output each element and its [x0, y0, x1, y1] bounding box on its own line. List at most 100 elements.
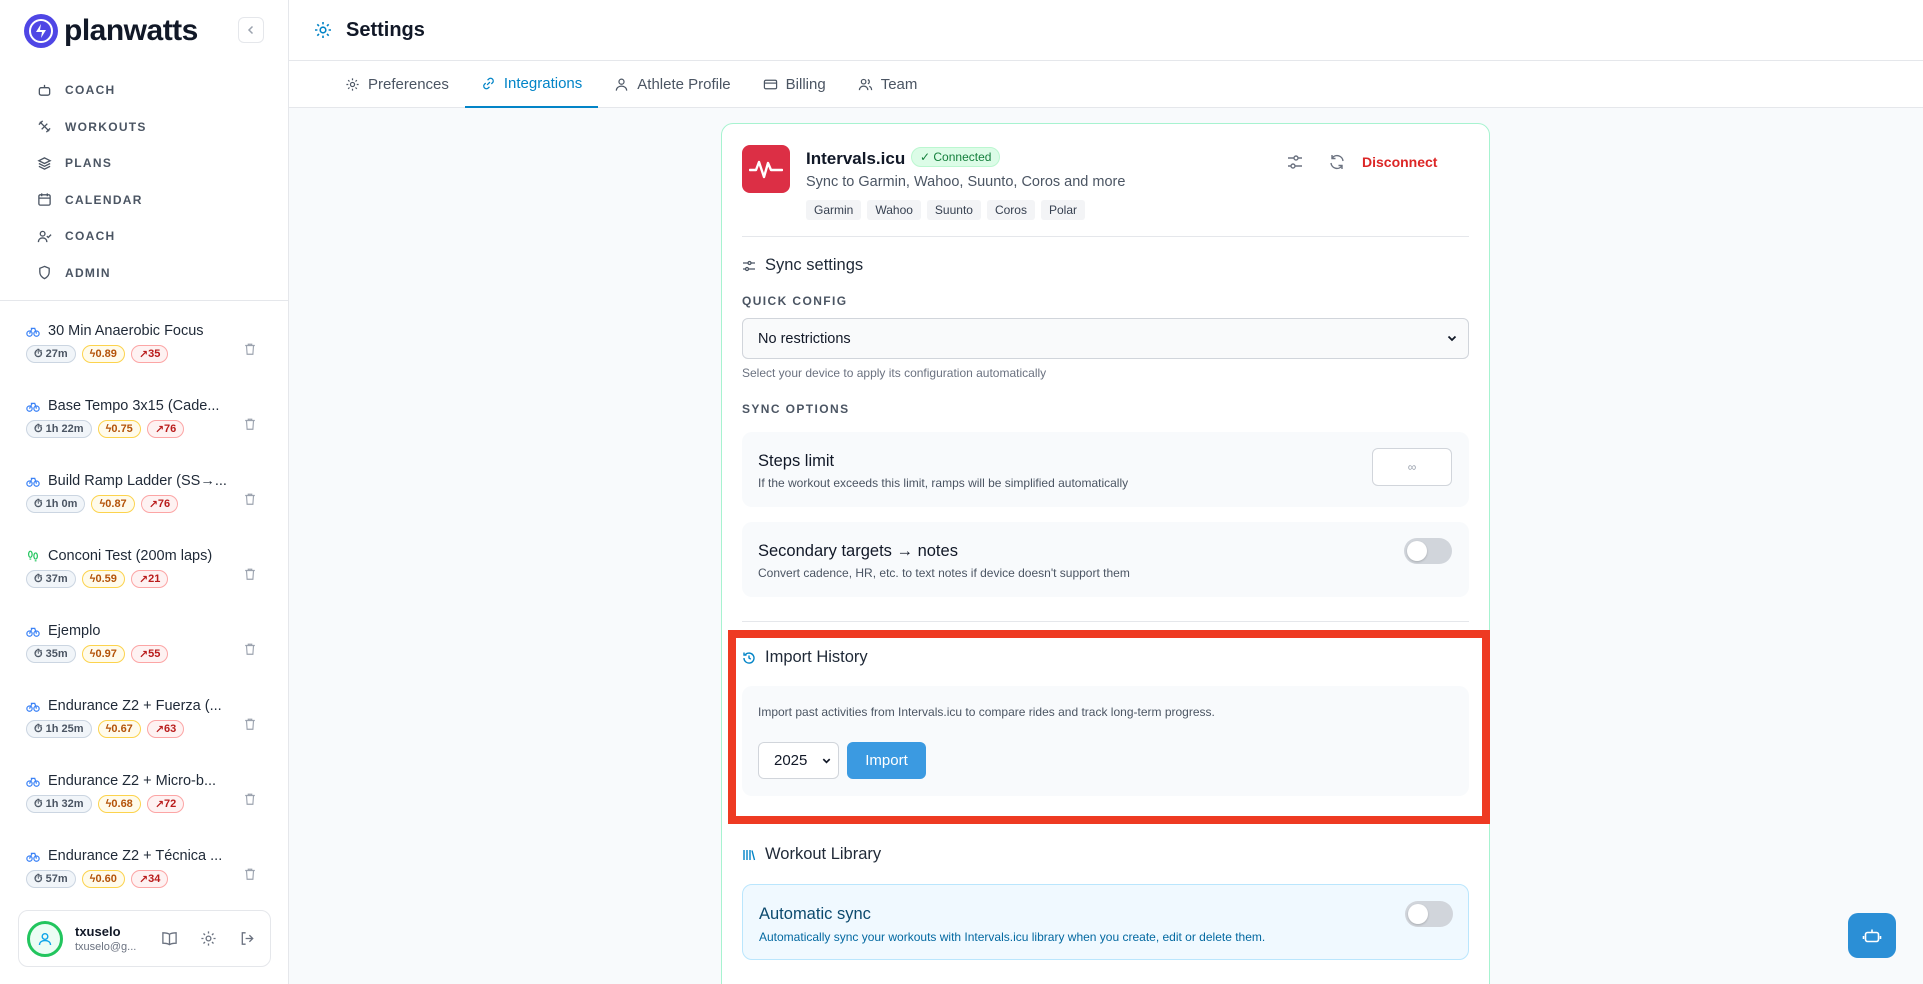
option-title: Steps limit — [758, 452, 835, 470]
workout-item[interactable]: Ejemplo ⏱ 35m ϟ 0.97 ↗ 55 — [0, 620, 288, 695]
workout-item[interactable]: Endurance Z2 + Técnica ... ⏱ 57m ϟ 0.60 ↗… — [0, 845, 288, 892]
timer-icon: ⏱ — [34, 422, 46, 435]
workout-title: 30 Min Anaerobic Focus — [48, 323, 204, 339]
trend-up-icon: ↗ — [138, 873, 149, 886]
intensity-badge: ϟ 0.87 — [91, 495, 135, 513]
intensity-value: 0.87 — [105, 498, 127, 510]
nav-item-coach[interactable]: COACH — [0, 72, 288, 109]
integration-name: Intervals.icu — [806, 149, 906, 168]
trash-icon[interactable] — [243, 792, 257, 806]
trash-icon[interactable] — [243, 642, 257, 656]
refresh-icon[interactable] — [1328, 153, 1346, 171]
nav-label: PLANS — [65, 156, 113, 171]
option-title: Secondary targets → notes — [758, 542, 958, 560]
bike-icon — [26, 477, 40, 487]
trash-icon[interactable] — [243, 867, 257, 881]
tab-athlete-profile[interactable]: Athlete Profile — [598, 61, 746, 108]
trend-up-icon: ↗ — [138, 648, 149, 661]
tss-badge: ↗ 76 — [140, 495, 179, 513]
timer-icon: ⏱ — [34, 872, 46, 885]
workout-item[interactable]: Build Ramp Ladder (SS→... ⏱ 1h 0m ϟ 0.87 … — [0, 470, 288, 545]
gear-icon — [346, 78, 359, 91]
gear-icon — [315, 22, 331, 38]
steps-limit-input[interactable]: ∞ — [1372, 448, 1452, 486]
tss-badge: ↗ 35 — [130, 345, 169, 363]
planwatts-logo-icon — [24, 13, 58, 48]
nav-item-plans[interactable]: PLANS — [0, 145, 288, 182]
trash-icon[interactable] — [243, 417, 257, 431]
nav-item-admin[interactable]: ADMIN — [0, 255, 288, 292]
intensity-value: 0.75 — [111, 423, 133, 435]
credit-card-icon — [763, 79, 777, 90]
logout-icon[interactable] — [239, 930, 256, 947]
sync-options-label: SYNC OPTIONS — [742, 402, 850, 416]
user-icon — [38, 932, 52, 945]
workout-item[interactable]: Endurance Z2 + Fuerza (... ⏱ 1h 25m ϟ 0.6… — [0, 695, 288, 770]
tab-billing[interactable]: Billing — [747, 61, 842, 108]
toggle-knob — [1407, 541, 1427, 561]
intensity-badge: ϟ 0.59 — [81, 570, 125, 588]
assistant-button[interactable] — [1848, 913, 1896, 958]
avatar[interactable] — [27, 920, 63, 957]
duration-value: 35m — [45, 648, 68, 660]
trend-up-icon: ↗ — [138, 348, 149, 361]
sliders-icon[interactable] — [1286, 153, 1304, 171]
option-description: If the workout exceeds this limit, ramps… — [758, 476, 1129, 490]
trend-up-icon: ↗ — [138, 573, 149, 586]
automatic-sync-option: Automatic sync Automatically sync your w… — [742, 884, 1469, 960]
secondary-targets-toggle[interactable] — [1404, 538, 1452, 564]
intensity-value: 0.89 — [95, 348, 117, 360]
workout-title: Endurance Z2 + Fuerza (... — [48, 698, 222, 714]
nav-item-coach-users[interactable]: COACH — [0, 218, 288, 255]
tab-preferences[interactable]: Preferences — [329, 61, 465, 108]
trend-up-icon: ↗ — [154, 723, 165, 736]
nav-item-workouts[interactable]: WORKOUTS — [0, 109, 288, 146]
library-icon — [743, 849, 756, 860]
tss-badge: ↗ 63 — [146, 720, 185, 738]
trash-icon[interactable] — [243, 567, 257, 581]
automatic-sync-toggle[interactable] — [1405, 901, 1453, 927]
highlight-annotation — [728, 630, 1490, 824]
option-description: Convert cadence, HR, etc. to text notes … — [758, 566, 1130, 580]
main-nav: COACH WORKOUTS PLANS CALENDAR COACH ADMI… — [0, 61, 288, 291]
timer-icon: ⏱ — [34, 797, 46, 810]
workout-title: Conconi Test (200m laps) — [48, 548, 213, 564]
duration-value: 57m — [45, 873, 68, 885]
trash-icon[interactable] — [243, 492, 257, 506]
workout-library-title: Workout Library — [742, 845, 881, 864]
quick-config-select[interactable]: No restrictions — [742, 318, 1469, 359]
quick-config-label: QUICK CONFIG — [742, 294, 848, 308]
user-name: txuselo — [75, 924, 121, 939]
trash-icon[interactable] — [243, 342, 257, 356]
tab-team[interactable]: Team — [842, 61, 934, 108]
workout-item[interactable]: 30 Min Anaerobic Focus ⏱ 27m ϟ 0.89 ↗ 35 — [0, 320, 288, 395]
device-chips: Garmin Wahoo Suunto Coros Polar — [806, 200, 1085, 220]
workout-title: Base Tempo 3x15 (Cade... — [48, 398, 220, 414]
nav-item-calendar[interactable]: CALENDAR — [0, 182, 288, 219]
duration-value: 27m — [45, 348, 68, 360]
duration-badge: ⏱ 1h 25m — [26, 720, 92, 738]
brand-name: planwatts — [64, 13, 198, 47]
workout-item[interactable]: Endurance Z2 + Micro-b... ⏱ 1h 32m ϟ 0.68… — [0, 770, 288, 845]
gear-icon[interactable] — [200, 930, 217, 947]
tab-label: Team — [880, 76, 918, 93]
book-open-icon[interactable] — [161, 930, 178, 947]
sliders-icon — [743, 260, 755, 271]
duration-value: 1h 25m — [45, 723, 84, 735]
divider — [742, 236, 1469, 237]
workout-item[interactable]: Base Tempo 3x15 (Cade... ⏱ 1h 22m ϟ 0.75 … — [0, 395, 288, 470]
nav-label: ADMIN — [65, 265, 111, 280]
tab-integrations[interactable]: Integrations — [464, 61, 599, 108]
intensity-badge: ϟ 0.89 — [81, 345, 125, 363]
steps-limit-option: Steps limit If the workout exceeds this … — [742, 432, 1469, 507]
tss-value: 76 — [164, 423, 177, 435]
tab-label: Integrations — [503, 75, 583, 92]
workout-item[interactable]: Conconi Test (200m laps) ⏱ 37m ϟ 0.59 ↗ 21 — [0, 545, 288, 620]
intensity-badge: ϟ 0.67 — [97, 720, 141, 738]
disconnect-button[interactable]: Disconnect — [1362, 154, 1437, 170]
duration-badge: ⏱ 27m — [26, 345, 76, 363]
page-header: Settings — [289, 0, 1923, 61]
trash-icon[interactable] — [243, 717, 257, 731]
tab-label: Athlete Profile — [637, 76, 731, 93]
collapse-sidebar-button[interactable] — [238, 17, 264, 43]
